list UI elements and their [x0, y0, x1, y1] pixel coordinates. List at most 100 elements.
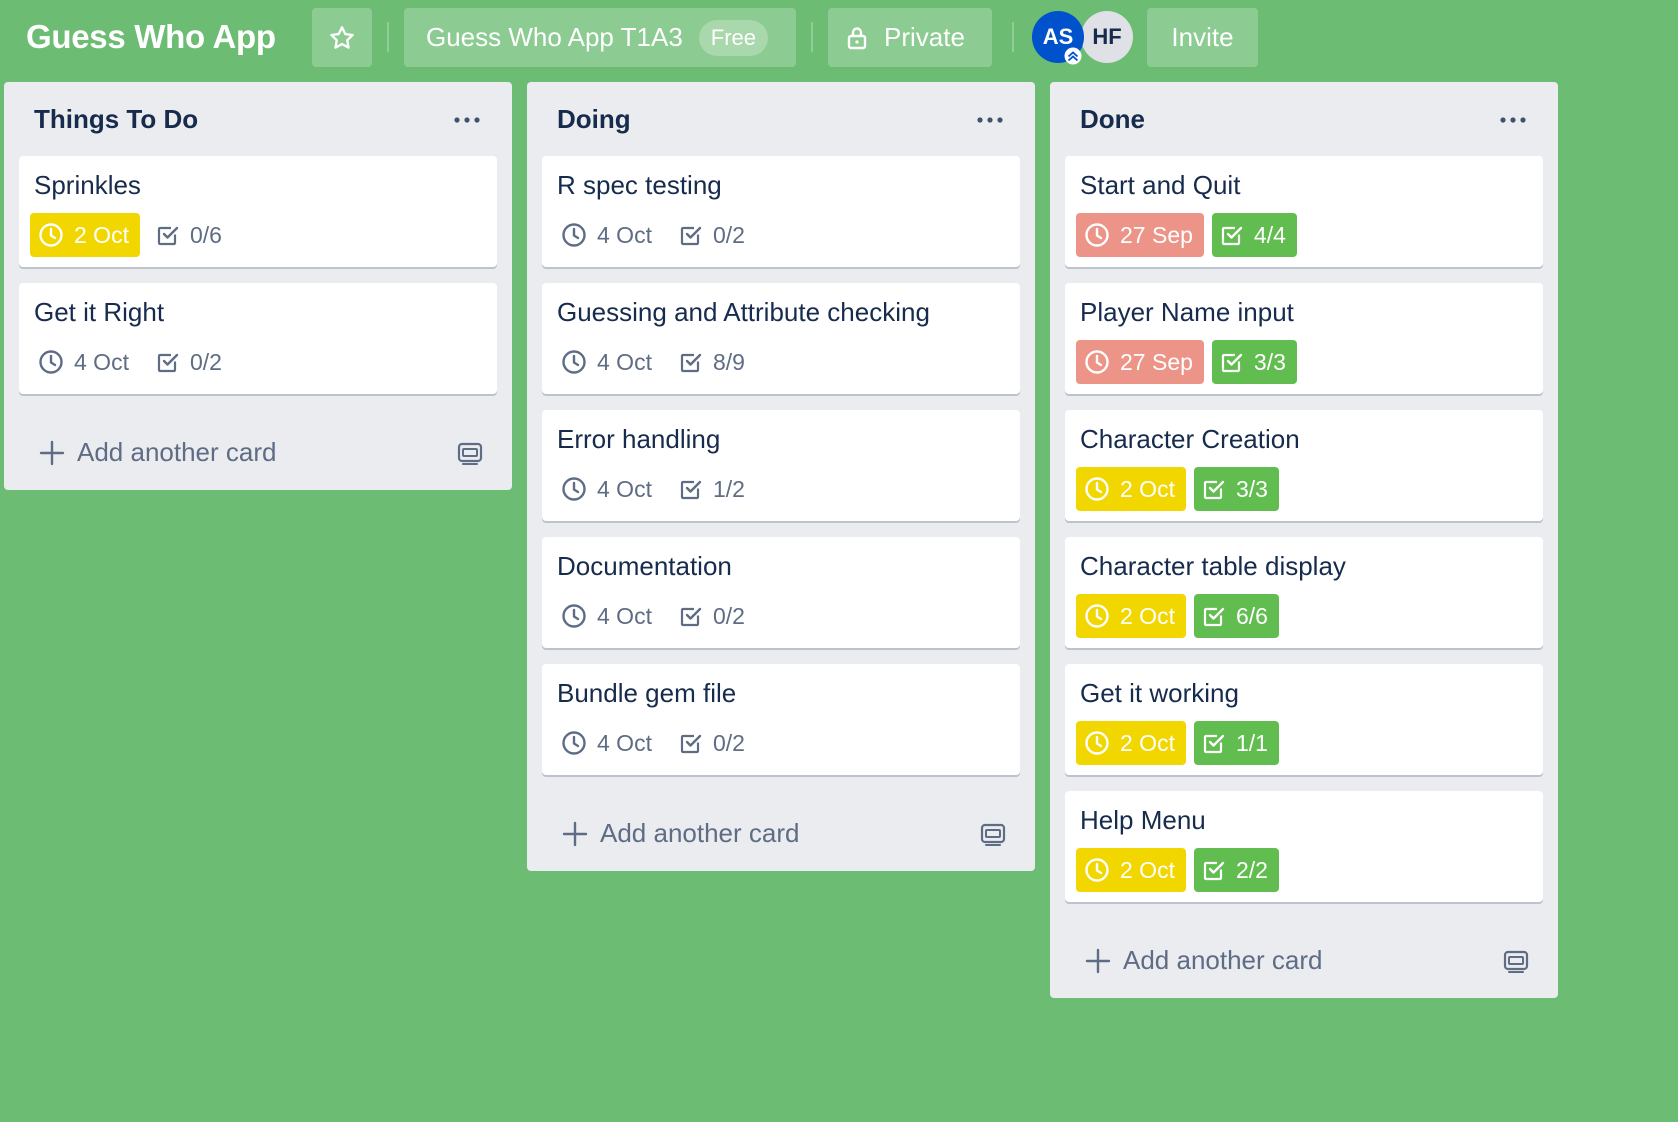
card-list: Sprinkles 2 Oct 0/6 Get it Right 4 Oct 0… — [19, 156, 497, 394]
add-card-label: Add another card — [1123, 945, 1323, 975]
invite-button[interactable]: Invite — [1147, 8, 1258, 67]
add-card-button[interactable]: Add another card — [39, 437, 276, 468]
checklist-count: 2/2 — [1235, 856, 1268, 883]
due-date-text: 4 Oct — [597, 729, 652, 756]
due-date-badge[interactable]: 4 Oct — [30, 340, 140, 384]
due-date-badge[interactable]: 4 Oct — [553, 721, 663, 765]
card[interactable]: Get it Right 4 Oct 0/2 — [19, 283, 497, 394]
due-date-text: 4 Oct — [597, 221, 652, 248]
card[interactable]: R spec testing 4 Oct 0/2 — [542, 156, 1020, 267]
checklist-badge: 3/3 — [1211, 340, 1297, 384]
more-icon[interactable] — [1493, 108, 1533, 132]
more-icon[interactable] — [970, 108, 1010, 132]
card-title: Get it Right — [34, 297, 165, 327]
more-icon[interactable] — [447, 108, 487, 132]
clock-icon — [1085, 604, 1109, 628]
card[interactable]: Error handling 4 Oct 1/2 — [542, 410, 1020, 521]
visibility-label: Private — [884, 22, 965, 52]
card-title: Guessing and Attribute checking — [557, 297, 930, 327]
due-date-text: 2 Oct — [1120, 729, 1175, 756]
card[interactable]: Help Menu 2 Oct 2/2 — [1065, 791, 1543, 902]
board-title[interactable]: Guess Who App — [26, 14, 276, 60]
checklist-count: 6/6 — [1235, 602, 1268, 629]
checklist-icon — [680, 734, 702, 754]
checklist-count: 3/3 — [1253, 348, 1286, 375]
card-title: R spec testing — [557, 170, 722, 200]
header-divider — [811, 22, 813, 52]
card-badges: 4 Oct 0/2 — [553, 213, 764, 257]
due-date-text: 4 Oct — [597, 475, 652, 502]
checklist-badge: 4/4 — [1211, 213, 1297, 257]
due-date-badge[interactable]: 2 Oct — [1076, 467, 1186, 511]
plus-icon — [1085, 948, 1111, 973]
due-date-badge[interactable]: 2 Oct — [1076, 721, 1186, 765]
checklist-badge: 3/3 — [1193, 467, 1279, 511]
card-title: Character table display — [1080, 551, 1346, 581]
checklist-count: 4/4 — [1253, 221, 1286, 248]
list-1: Doing R spec testing 4 Oct 0/2 Guessing … — [527, 82, 1035, 871]
due-date-badge[interactable]: 4 Oct — [553, 340, 663, 384]
checklist-badge: 0/2 — [671, 721, 756, 765]
due-date-badge[interactable]: 2 Oct — [1076, 848, 1186, 892]
card-template-icon[interactable] — [457, 441, 483, 465]
star-board-button[interactable] — [312, 8, 372, 67]
list-header: Things To Do — [19, 82, 497, 156]
checklist-count: 0/2 — [712, 221, 745, 248]
card-template-icon[interactable] — [1503, 949, 1529, 973]
admin-chevron-icon — [1064, 47, 1082, 65]
card[interactable]: Get it working 2 Oct 1/1 — [1065, 664, 1543, 775]
avatar[interactable]: HF — [1081, 11, 1133, 63]
card[interactable]: Documentation 4 Oct 0/2 — [542, 537, 1020, 648]
card[interactable]: Sprinkles 2 Oct 0/6 — [19, 156, 497, 267]
list-header: Doing — [542, 82, 1020, 156]
workspace-button[interactable]: Guess Who App T1A3 Free — [404, 8, 796, 67]
list-title[interactable]: Things To Do — [34, 104, 198, 135]
card-template-icon[interactable] — [980, 822, 1006, 846]
plus-icon — [562, 821, 588, 846]
star-icon — [330, 25, 354, 49]
add-card-label: Add another card — [77, 437, 277, 467]
card[interactable]: Character Creation 2 Oct 3/3 — [1065, 410, 1543, 521]
list-2: Done Start and Quit 27 Sep 4/4 Player Na… — [1050, 82, 1558, 998]
list-header: Done — [1065, 82, 1543, 156]
list-title[interactable]: Doing — [557, 104, 631, 135]
clock-icon — [39, 223, 63, 247]
due-date-badge[interactable]: 4 Oct — [553, 594, 663, 638]
due-date-badge[interactable]: 4 Oct — [553, 213, 663, 257]
list-footer: Add another card — [19, 410, 497, 490]
visibility-button[interactable]: Private — [828, 8, 992, 67]
card-title: Help Menu — [1080, 805, 1206, 835]
list-0: Things To Do Sprinkles 2 Oct 0/6 Get it … — [4, 82, 512, 490]
due-date-badge[interactable]: 2 Oct — [1076, 594, 1186, 638]
card[interactable]: Bundle gem file 4 Oct 0/2 — [542, 664, 1020, 775]
card-badges: 2 Oct 3/3 — [1076, 467, 1287, 511]
add-card-button[interactable]: Add another card — [562, 818, 799, 849]
checklist-badge: 0/2 — [148, 340, 233, 384]
checklist-badge: 8/9 — [671, 340, 756, 384]
card[interactable]: Character table display 2 Oct 6/6 — [1065, 537, 1543, 648]
checklist-count: 0/2 — [189, 348, 222, 375]
checklist-icon — [157, 353, 179, 373]
card[interactable]: Start and Quit 27 Sep 4/4 — [1065, 156, 1543, 267]
due-date-badge[interactable]: 27 Sep — [1076, 213, 1204, 257]
card[interactable]: Guessing and Attribute checking 4 Oct 8/… — [542, 283, 1020, 394]
checklist-icon — [680, 353, 702, 373]
card-badges: 2 Oct 6/6 — [1076, 594, 1287, 638]
list-footer: Add another card — [542, 791, 1020, 871]
clock-icon — [1085, 350, 1109, 374]
card-title: Error handling — [557, 424, 721, 454]
add-card-button[interactable]: Add another card — [1085, 945, 1322, 976]
card-badges: 4 Oct 8/9 — [553, 340, 764, 384]
checklist-icon — [1221, 353, 1243, 373]
checklist-count: 0/6 — [189, 221, 222, 248]
clock-icon — [39, 350, 63, 374]
card-badges: 4 Oct 1/2 — [553, 467, 764, 511]
card[interactable]: Player Name input 27 Sep 3/3 — [1065, 283, 1543, 394]
due-date-badge[interactable]: 27 Sep — [1076, 340, 1204, 384]
due-date-badge[interactable]: 4 Oct — [553, 467, 663, 511]
list-title[interactable]: Done — [1080, 104, 1145, 135]
due-date-badge[interactable]: 2 Oct — [30, 213, 140, 257]
clock-icon — [562, 477, 586, 501]
checklist-icon — [1203, 480, 1225, 500]
checklist-icon — [1203, 607, 1225, 627]
